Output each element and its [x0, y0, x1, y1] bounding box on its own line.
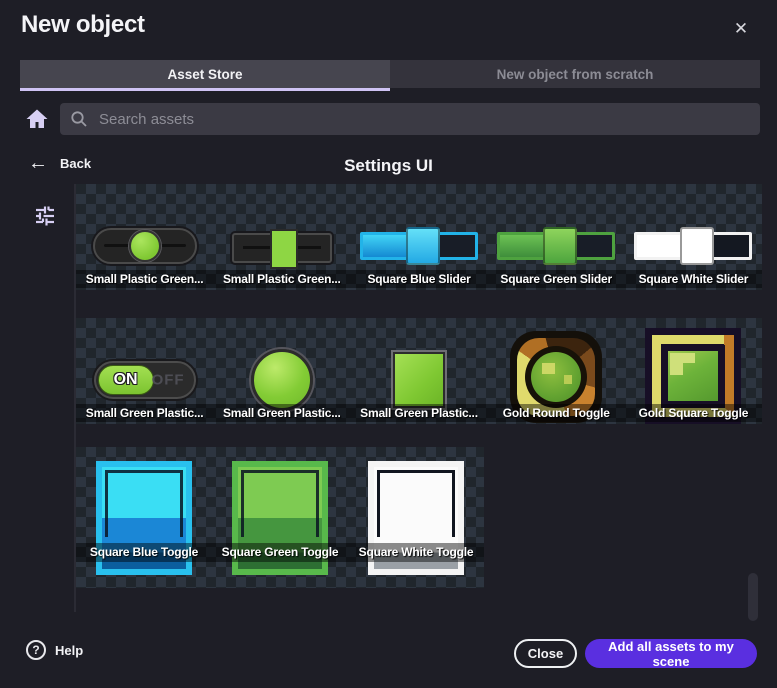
help-icon: ? [26, 640, 46, 660]
asset-card-small-plastic-green-slider[interactable]: Small Plastic Green... [76, 184, 213, 290]
tab-asset-store[interactable]: Asset Store [20, 60, 390, 88]
asset-card-small-green-plastic-round[interactable]: Small Green Plastic... [213, 318, 350, 424]
asset-card-small-green-plastic-square[interactable]: Small Green Plastic... [350, 318, 487, 424]
close-icon[interactable]: ✕ [728, 16, 754, 42]
asset-card-square-blue-toggle[interactable]: Square Blue Toggle [76, 447, 212, 588]
asset-grid-row-1: Small Plastic Green... Small Plastic Gre… [76, 184, 762, 290]
asset-label: Square White Toggle [348, 543, 484, 562]
asset-card-square-green-toggle[interactable]: Square Green Toggle [212, 447, 348, 588]
asset-grid-row-3: Square Blue Toggle Square Green Toggle S… [76, 447, 484, 588]
tab-asset-store-label: Asset Store [167, 67, 242, 82]
asset-card-square-green-slider[interactable]: Square Green Slider [488, 184, 625, 290]
asset-card-square-white-slider[interactable]: Square White Slider [625, 184, 762, 290]
close-button[interactable]: Close [514, 639, 577, 668]
pill-slider-art [93, 228, 197, 264]
rect-slider-art [232, 229, 332, 263]
asset-label: Square White Slider [625, 270, 762, 288]
add-all-assets-button[interactable]: Add all assets to my scene [585, 639, 757, 668]
toggle-on-label: ON [98, 365, 154, 395]
active-tab-underline [20, 88, 390, 91]
search-icon [70, 110, 88, 128]
asset-label: Square Green Slider [488, 270, 625, 288]
new-object-dialog: New object ✕ Asset Store New object from… [0, 0, 777, 688]
asset-label: Square Blue Slider [350, 270, 487, 288]
asset-card-small-plastic-green-rect-slider[interactable]: Small Plastic Green... [213, 184, 350, 290]
help-button[interactable]: ? Help [26, 640, 83, 660]
scrollbar-thumb[interactable] [748, 573, 758, 621]
asset-label: Small Plastic Green... [213, 270, 350, 288]
asset-label: Gold Square Toggle [625, 404, 762, 422]
asset-card-square-blue-slider[interactable]: Square Blue Slider [350, 184, 487, 290]
tab-new-object-from-scratch[interactable]: New object from scratch [390, 60, 760, 88]
asset-label: Small Plastic Green... [76, 270, 213, 288]
asset-card-square-white-toggle[interactable]: Square White Toggle [348, 447, 484, 588]
asset-label: Small Green Plastic... [350, 404, 487, 422]
home-icon[interactable] [25, 105, 51, 133]
asset-card-gold-round-toggle[interactable]: Gold Round Toggle [488, 318, 625, 424]
square-green-slider-art [497, 227, 615, 265]
search-input[interactable] [97, 110, 750, 129]
asset-label: Small Green Plastic... [213, 404, 350, 422]
asset-label: Gold Round Toggle [488, 404, 625, 422]
help-label: Help [55, 643, 83, 658]
toggle-off-label: OFF [152, 372, 185, 389]
asset-label: Square Blue Toggle [76, 543, 212, 562]
asset-label: Square Green Toggle [212, 543, 348, 562]
onoff-toggle-art: ON OFF [94, 361, 196, 399]
asset-label: Small Green Plastic... [76, 404, 213, 422]
asset-grid-row-2: ON OFF Small Green Plastic... Small Gree… [76, 318, 762, 424]
section-title: Settings UI [0, 156, 777, 176]
dialog-title: New object [21, 11, 145, 39]
green-circle-button-art [251, 349, 313, 411]
filter-icon[interactable] [32, 201, 60, 229]
asset-card-gold-square-toggle[interactable]: Gold Square Toggle [625, 318, 762, 424]
asset-card-small-green-plastic-toggle[interactable]: ON OFF Small Green Plastic... [76, 318, 213, 424]
tab-bar: Asset Store New object from scratch [20, 60, 760, 88]
tab-scratch-label: New object from scratch [497, 67, 654, 82]
square-white-slider-art [634, 227, 752, 265]
square-blue-slider-art [360, 227, 478, 265]
search-bar [60, 103, 760, 135]
green-square-button-art [393, 352, 445, 408]
